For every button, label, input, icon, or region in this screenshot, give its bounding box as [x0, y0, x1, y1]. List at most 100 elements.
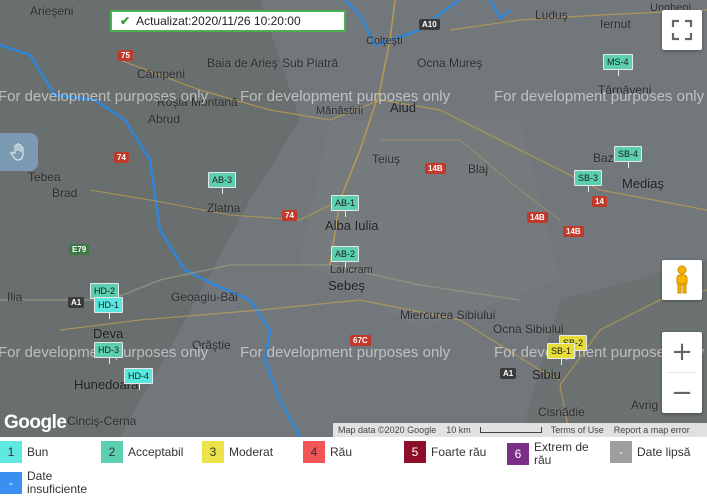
- legend-label: Extrem de rău: [534, 440, 589, 467]
- legend-swatch: -: [610, 441, 632, 463]
- aqi-legend: 1 Bun 2 Acceptabil 3 Moderat 4 Rău 5 Foarte r…: [0, 437, 707, 499]
- place-alba-iulia: Alba Iulia: [325, 218, 379, 233]
- place-miercurea-sibiului: Miercurea Sibiului: [400, 308, 496, 322]
- road-shield-a1-2: A1: [500, 368, 517, 379]
- street-view-pegman-button[interactable]: [662, 260, 702, 300]
- place-coltesti: Colţeşti: [366, 35, 403, 47]
- status-text: Actualizat:2020/11/26 10:20:00: [136, 14, 301, 28]
- road-shield-a10: A10: [419, 19, 440, 30]
- legend-item: 5 Foarte rău: [404, 441, 486, 463]
- place-baz: Baz: [593, 151, 614, 165]
- terms-link[interactable]: Terms of Use: [546, 425, 609, 435]
- station-marker[interactable]: HD-4: [124, 368, 154, 390]
- road-shield-14b: 14B: [425, 163, 446, 174]
- legend-item: 3 Moderat: [202, 441, 273, 463]
- road-shield-74a: 74: [114, 152, 129, 163]
- place-brad: Brad: [52, 186, 78, 200]
- place-ocna-mures: Ocna Mureş: [417, 56, 483, 70]
- map-attribution: Map data ©2020 Google 10 km Terms of Use…: [333, 423, 707, 437]
- fullscreen-icon: [671, 19, 693, 41]
- report-error-link[interactable]: Report a map error: [609, 425, 695, 435]
- zoom-controls: + −: [662, 332, 702, 413]
- place-ilia: Ilia: [7, 290, 23, 304]
- watermark-text: For development purposes only: [494, 88, 705, 105]
- place-manastirii: Mănăstirii: [316, 105, 364, 117]
- legend-item: - Date lipsă: [610, 441, 690, 463]
- place-baia-de-aries: Baia de Arieş: [207, 56, 278, 70]
- legend-label: Bun: [27, 444, 49, 459]
- station-marker[interactable]: HD-1: [94, 297, 124, 319]
- place-campeni: Câmpeni: [137, 67, 186, 81]
- legend-swatch: 4: [303, 441, 325, 463]
- google-logo-text: Google: [4, 412, 67, 433]
- station-marker[interactable]: MS-4: [603, 54, 633, 76]
- legend-label: Acceptabil: [128, 444, 184, 459]
- minus-icon: −: [671, 378, 693, 408]
- place-lancram: Lancram: [330, 264, 373, 276]
- place-ludus: Luduş: [535, 8, 568, 22]
- place-avrig: Avrig: [631, 398, 659, 412]
- place-ocna-sibiului: Ocna Sibiului: [493, 322, 564, 336]
- place-sibiu: Sibiu: [532, 367, 561, 382]
- station-marker[interactable]: AB-2: [331, 246, 360, 268]
- station-marker[interactable]: HD-3: [94, 342, 124, 364]
- place-teius: Teiuş: [372, 152, 401, 166]
- legend-label: Rău: [330, 444, 353, 459]
- place-abrud: Abrud: [148, 112, 181, 126]
- legend-label: Foarte rău: [431, 444, 487, 459]
- station-marker[interactable]: AB-3: [208, 172, 237, 194]
- road-shield-14b-2: 14B: [527, 212, 548, 223]
- legend-swatch: 6: [507, 443, 529, 465]
- place-arieseni: Arieşeni: [30, 4, 74, 18]
- hand-tool-button[interactable]: [0, 133, 38, 171]
- place-medias: Mediaş: [622, 176, 664, 191]
- zoom-out-button[interactable]: −: [662, 373, 702, 413]
- station-marker[interactable]: SB-4: [614, 146, 643, 168]
- legend-item: 4 Rău: [303, 441, 352, 463]
- road-shield-14: 14: [592, 196, 607, 207]
- map-canvas[interactable]: Arieşeni Câmpeni Baia de Arieş Sub Piatr…: [0, 0, 707, 437]
- legend-label: Date insuficiente: [27, 469, 88, 496]
- station-marker[interactable]: SB-3: [574, 170, 603, 192]
- status-badge: ✔ Actualizat:2020/11/26 10:20:00: [110, 10, 346, 32]
- place-iernut: Iernut: [600, 17, 631, 31]
- road-shield-a1: A1: [68, 297, 85, 308]
- legend-swatch: 2: [101, 441, 123, 463]
- legend-item: 2 Acceptabil: [101, 441, 183, 463]
- station-marker[interactable]: AB-1: [331, 195, 360, 217]
- google-logo[interactable]: Google: [4, 412, 67, 434]
- place-zlatna: Zlatna: [207, 201, 241, 215]
- plus-icon: +: [671, 337, 693, 367]
- watermark-text: For development purposes only: [240, 344, 451, 361]
- place-cisnadie: Cisnădie: [538, 405, 585, 419]
- station-marker[interactable]: SB-1: [547, 343, 576, 365]
- legend-item: 6 Extrem de rău: [507, 441, 594, 467]
- map-data-text: Map data ©2020 Google: [338, 425, 437, 435]
- road-shield-74b: 74: [282, 210, 297, 221]
- legend-swatch: 3: [202, 441, 224, 463]
- pegman-icon: [676, 265, 688, 294]
- legend-swatch: -: [0, 472, 22, 494]
- road-shield-e79: E79: [69, 244, 90, 255]
- watermark-text: For development purposes only: [240, 88, 451, 105]
- place-sub-piatra: Sub Piatră: [282, 56, 339, 70]
- legend-label: Moderat: [229, 444, 274, 459]
- place-sebes: Sebeş: [328, 278, 365, 293]
- place-deva: Deva: [93, 326, 124, 341]
- scale-bar: [479, 427, 542, 433]
- road-shield-14b-3: 14B: [563, 226, 584, 237]
- hand-icon: [10, 143, 24, 161]
- scale-label[interactable]: 10 km: [441, 425, 476, 435]
- place-blaj: Blaj: [468, 162, 489, 176]
- legend-label: Date lipsă: [637, 444, 691, 459]
- place-tebea: Tebea: [28, 170, 61, 184]
- legend-swatch: 1: [0, 441, 22, 463]
- place-cincis-cerna: Cinciş-Cerna: [67, 414, 137, 428]
- legend-swatch: 5: [404, 441, 426, 463]
- check-icon: ✔: [120, 14, 131, 28]
- legend-item: - Date insuficiente: [0, 470, 97, 496]
- fullscreen-button[interactable]: [662, 10, 702, 50]
- place-geoagiu-bai: Geoagiu-Băi: [171, 290, 238, 304]
- legend-item: 1 Bun: [0, 441, 48, 463]
- zoom-in-button[interactable]: +: [662, 332, 702, 372]
